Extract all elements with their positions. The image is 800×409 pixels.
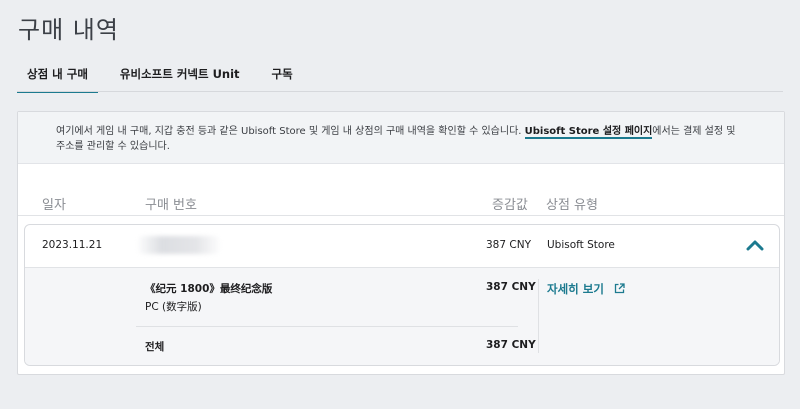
order-details: 《纪元 1800》最终纪念版 PC (数字版) 387 CNY 전체 387 C… [25, 268, 779, 365]
column-header-amount: 증감값 [492, 198, 528, 213]
tab-bar: 상점 내 구매 유비소프트 커넥트 Unit 구독 [17, 64, 315, 93]
order-number-redacted [136, 236, 222, 254]
item-total-divider [136, 326, 518, 327]
item-name: 《纪元 1800》最终纪念版 [145, 283, 273, 295]
store-settings-link[interactable]: Ubisoft Store 설정 페이지 [524, 126, 653, 139]
notice-text: 여기에서 게임 내 구매, 지갑 충전 등과 같은 Ubisoft Store … [56, 124, 746, 154]
purchase-history-card: 여기에서 게임 내 구매, 지갑 충전 등과 같은 Ubisoft Store … [17, 111, 785, 375]
tab-subscriptions[interactable]: 구독 [262, 64, 303, 91]
order-row: 2023.11.21 387 CNY Ubisoft Store 《纪元 180… [24, 224, 780, 366]
total-amount: 387 CNY [486, 339, 536, 351]
tab-ubisoft-connect-units[interactable]: 유비소프트 커넥트 Unit [110, 64, 250, 91]
chevron-up-icon[interactable] [745, 237, 765, 253]
column-header-order-number: 구매 번호 [145, 198, 197, 213]
info-notice: 여기에서 게임 내 구매, 지갑 충전 등과 같은 Ubisoft Store … [18, 112, 784, 164]
external-link-icon [614, 283, 625, 294]
view-details-link[interactable]: 자세히 보기 [547, 281, 625, 297]
total-label: 전체 [145, 341, 165, 353]
column-header-store-type: 상점 유형 [546, 198, 598, 213]
item-amount: 387 CNY [486, 281, 536, 293]
tabs-divider [17, 91, 783, 92]
order-summary[interactable]: 2023.11.21 387 CNY Ubisoft Store [25, 225, 779, 267]
tab-in-store-purchases[interactable]: 상점 내 구매 [17, 64, 98, 93]
order-store-type: Ubisoft Store [547, 239, 615, 251]
notice-text-before: 여기에서 게임 내 구매, 지갑 충전 등과 같은 Ubisoft Store … [56, 126, 525, 137]
order-date: 2023.11.21 [42, 239, 103, 251]
order-amount: 387 CNY [486, 239, 531, 251]
header-divider [18, 215, 784, 216]
details-column-divider [538, 279, 539, 353]
view-details-label: 자세히 보기 [547, 282, 604, 296]
item-platform: PC (数字版) [145, 301, 202, 313]
column-header-date: 일자 [42, 198, 66, 213]
page-title: 구매 내역 [18, 16, 119, 44]
